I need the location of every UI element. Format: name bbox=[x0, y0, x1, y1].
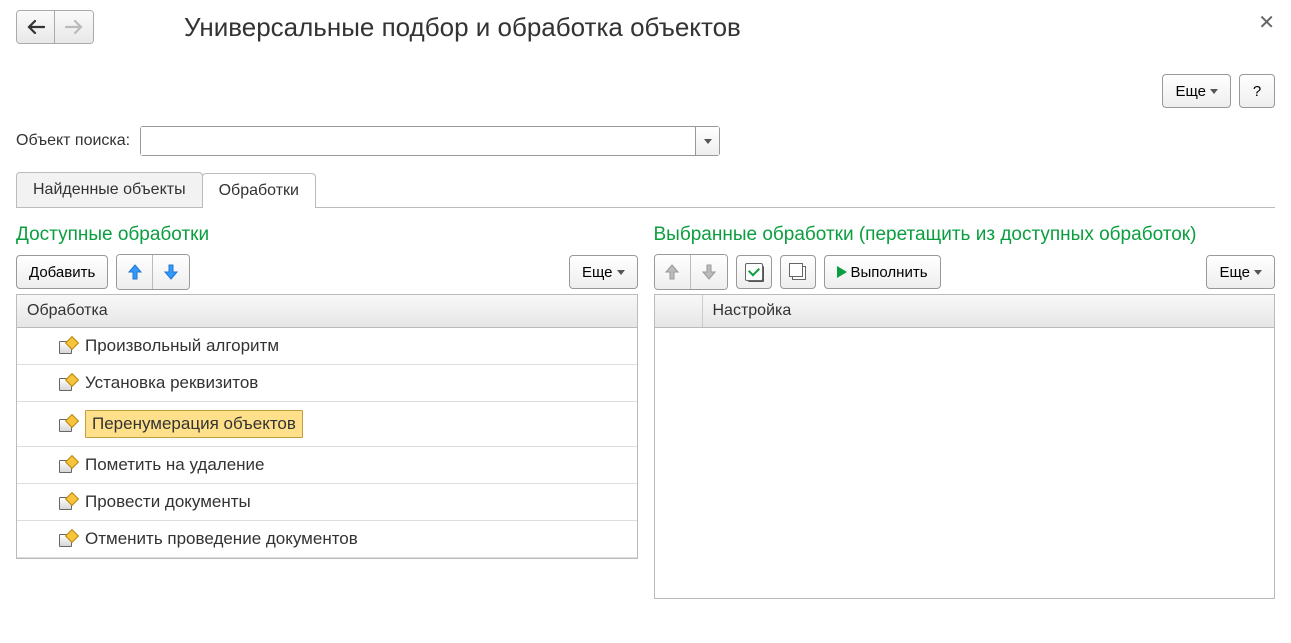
selected-grid: Настройка bbox=[654, 294, 1276, 599]
search-input[interactable] bbox=[141, 127, 695, 155]
add-button[interactable]: Добавить bbox=[16, 255, 108, 289]
item-label: Установка реквизитов bbox=[85, 373, 258, 393]
list-item[interactable]: Пометить на удаление bbox=[17, 447, 637, 484]
more-button-top[interactable]: Еще bbox=[1162, 74, 1231, 108]
dropdown-toggle[interactable] bbox=[695, 127, 719, 155]
page-title: Универсальные подбор и обработка объекто… bbox=[184, 12, 741, 43]
arrow-up-icon bbox=[665, 264, 679, 280]
item-label: Перенумерация объектов bbox=[85, 410, 303, 438]
move-down-button[interactable] bbox=[691, 255, 727, 289]
check-all-icon bbox=[745, 263, 763, 281]
search-dropdown[interactable] bbox=[140, 126, 720, 156]
search-label: Объект поиска: bbox=[16, 132, 130, 150]
help-label: ? bbox=[1253, 83, 1261, 100]
execute-label: Выполнить bbox=[851, 264, 928, 281]
item-label: Пометить на удаление bbox=[85, 455, 265, 475]
list-item[interactable]: Отменить проведение документов bbox=[17, 521, 637, 558]
uncheck-all-button[interactable] bbox=[780, 255, 816, 289]
back-button[interactable] bbox=[17, 11, 55, 43]
chevron-down-icon bbox=[617, 270, 625, 275]
header-cell-settings: Настройка bbox=[703, 295, 802, 327]
more-label: Еще bbox=[1175, 83, 1206, 100]
nav-buttons bbox=[16, 10, 94, 44]
processing-icon bbox=[59, 458, 75, 473]
tab-processings[interactable]: Обработки bbox=[202, 173, 316, 208]
grid-header: Обработка bbox=[17, 295, 637, 328]
list-item[interactable]: Установка реквизитов bbox=[17, 365, 637, 402]
play-icon bbox=[837, 266, 847, 278]
processing-icon bbox=[59, 376, 75, 391]
chevron-down-icon bbox=[704, 139, 712, 144]
arrow-down-icon bbox=[164, 264, 178, 280]
uncheck-all-icon bbox=[789, 263, 807, 281]
more-label: Еще bbox=[582, 264, 613, 281]
available-title: Доступные обработки bbox=[16, 224, 638, 246]
list-item[interactable]: Провести документы bbox=[17, 484, 637, 521]
selected-grid-body[interactable] bbox=[655, 328, 1275, 598]
more-button-left[interactable]: Еще bbox=[569, 255, 638, 289]
help-button[interactable]: ? bbox=[1239, 74, 1275, 108]
selected-title: Выбранные обработки (перетащить из досту… bbox=[654, 224, 1276, 246]
move-updown-group-right bbox=[654, 254, 728, 290]
header-cell-check bbox=[655, 295, 703, 327]
arrow-right-icon bbox=[65, 20, 83, 34]
tab-found-objects[interactable]: Найденные объекты bbox=[16, 172, 203, 207]
close-button[interactable]: ✕ bbox=[1258, 10, 1275, 35]
move-up-button[interactable] bbox=[655, 255, 691, 289]
move-updown-group bbox=[116, 254, 190, 290]
arrow-left-icon bbox=[27, 20, 45, 34]
more-button-right[interactable]: Еще bbox=[1206, 255, 1275, 289]
chevron-down-icon bbox=[1254, 270, 1262, 275]
item-label: Отменить проведение документов bbox=[85, 529, 358, 549]
close-icon: ✕ bbox=[1258, 12, 1275, 34]
list-item[interactable]: Перенумерация объектов bbox=[17, 402, 637, 447]
forward-button[interactable] bbox=[55, 11, 93, 43]
chevron-down-icon bbox=[1210, 89, 1218, 94]
available-grid: Обработка Произвольный алгоритм Установк… bbox=[16, 294, 638, 559]
execute-button[interactable]: Выполнить bbox=[824, 255, 941, 289]
item-label: Провести документы bbox=[85, 492, 251, 512]
processing-icon bbox=[59, 417, 75, 432]
move-down-button[interactable] bbox=[153, 255, 189, 289]
processing-icon bbox=[59, 339, 75, 354]
check-all-button[interactable] bbox=[736, 255, 772, 289]
processing-icon bbox=[59, 532, 75, 547]
more-label: Еще bbox=[1219, 264, 1250, 281]
processing-icon bbox=[59, 495, 75, 510]
arrow-down-icon bbox=[702, 264, 716, 280]
arrow-up-icon bbox=[128, 264, 142, 280]
move-up-button[interactable] bbox=[117, 255, 153, 289]
list-item[interactable]: Произвольный алгоритм bbox=[17, 328, 637, 365]
item-label: Произвольный алгоритм bbox=[85, 336, 279, 356]
